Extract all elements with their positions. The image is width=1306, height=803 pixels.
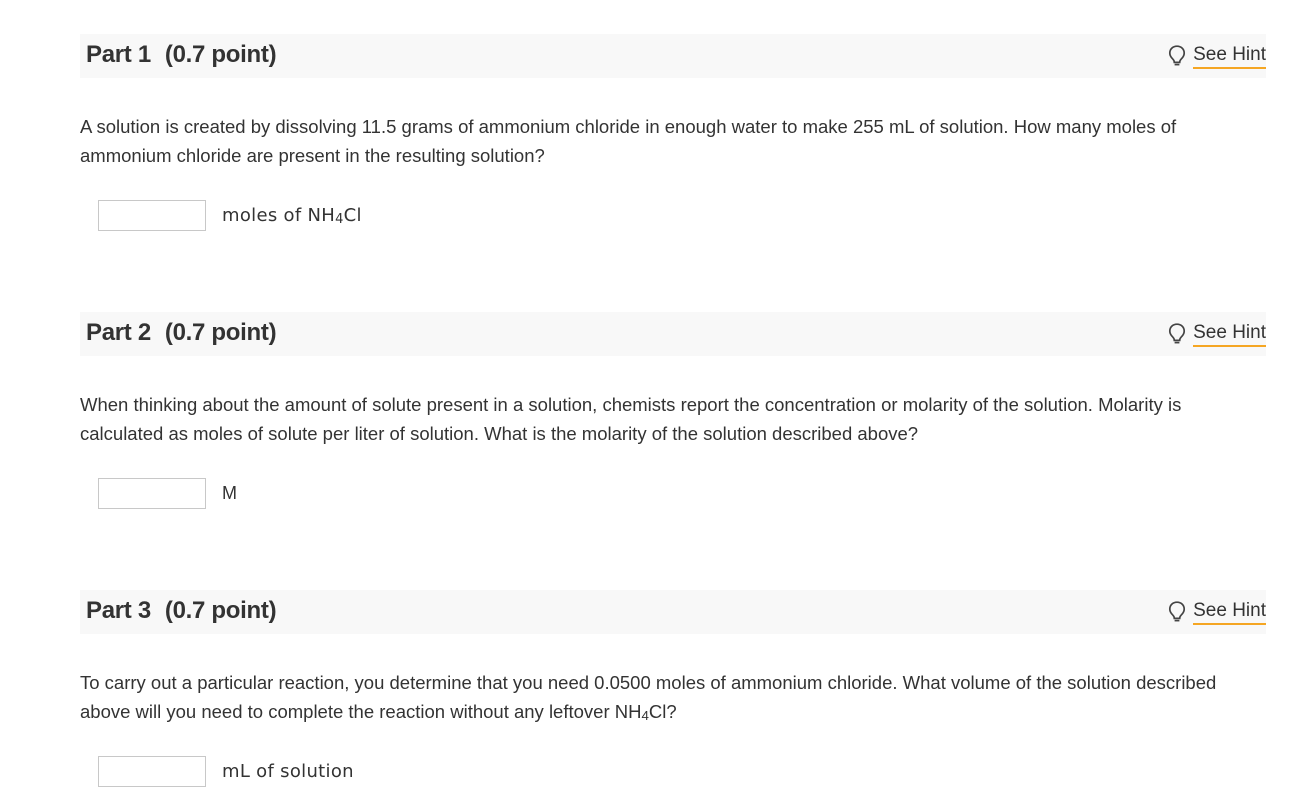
part-1: Part 1 (0.7 point) See Hint A solution is… (80, 34, 1266, 231)
part-points: (0.7 point) (164, 597, 277, 624)
unit-prefix: moles of NH (222, 205, 336, 226)
part-1-answer-row: moles of NH4Cl (98, 200, 362, 231)
unit-suffix: Cl (343, 205, 362, 226)
see-hint-label[interactable]: See Hint (1193, 322, 1266, 347)
part-points: (0.7 point) (164, 319, 277, 346)
part-3-title: Part 3 (0.7 point) (86, 597, 277, 625)
part-3-question: To carry out a particular reaction, you … (80, 668, 1266, 726)
unit-subscript: 4 (335, 211, 344, 227)
question-text-end: Cl? (648, 701, 677, 722)
see-hint-button[interactable]: See Hint (1167, 598, 1266, 626)
part-2-question: When thinking about the amount of solute… (80, 394, 1182, 444)
part-2-unit: M (222, 483, 238, 503)
part-3-unit: mL of solution (222, 761, 354, 782)
part-title-label: Part 3 (86, 597, 151, 624)
see-hint-label[interactable]: See Hint (1193, 600, 1266, 625)
part-3: Part 3 (0.7 point) See Hint To carry out … (80, 590, 1266, 787)
part-1-unit: moles of NH4Cl (222, 205, 362, 226)
lightbulb-icon (1169, 323, 1186, 344)
see-hint-label[interactable]: See Hint (1193, 44, 1266, 69)
question-subscript: 4 (641, 707, 649, 723)
part-title-label: Part 2 (86, 319, 151, 346)
see-hint-button[interactable]: See Hint (1167, 320, 1266, 348)
part-points: (0.7 point) (164, 41, 277, 68)
part-1-title: Part 1 (0.7 point) (86, 41, 277, 69)
part-3-answer-input[interactable] (98, 756, 206, 787)
part-1-header: Part 1 (0.7 point) See Hint (80, 34, 1266, 78)
part-2-answer-row: M (98, 478, 237, 509)
part-2-answer-input[interactable] (98, 478, 206, 509)
part-3-header: Part 3 (0.7 point) See Hint (80, 590, 1266, 634)
part-2-title: Part 2 (0.7 point) (86, 319, 277, 347)
see-hint-button[interactable]: See Hint (1167, 42, 1266, 70)
part-title-label: Part 1 (86, 41, 151, 68)
part-1-question: A solution is created by dissolving 11.5… (80, 116, 1177, 166)
part-1-answer-input[interactable] (98, 200, 206, 231)
part-2: Part 2 (0.7 point) See Hint When thinking… (80, 312, 1266, 509)
lightbulb-icon (1169, 45, 1186, 66)
lightbulb-icon (1169, 601, 1186, 622)
part-3-answer-row: mL of solution (98, 756, 354, 787)
part-2-header: Part 2 (0.7 point) See Hint (80, 312, 1266, 356)
